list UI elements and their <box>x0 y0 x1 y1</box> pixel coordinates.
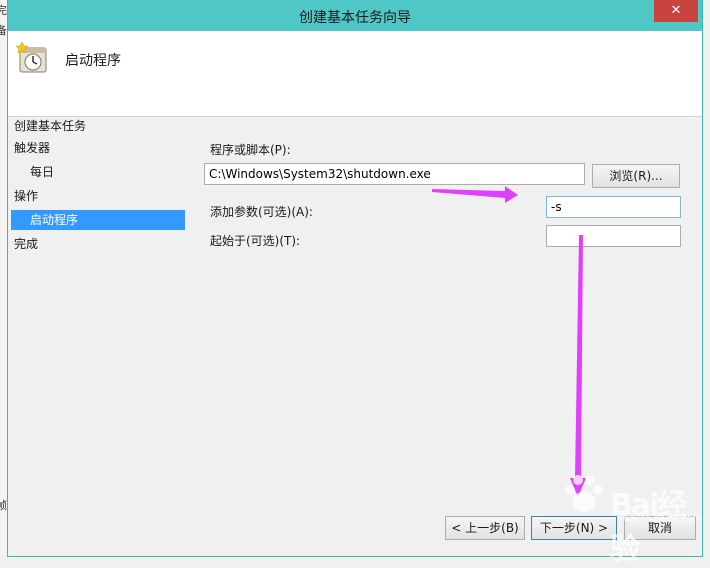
back-button[interactable]: < 上一步(B) <box>445 516 525 540</box>
bg-edge-char: 帧 <box>0 499 7 512</box>
title-bar[interactable]: 创建基本任务向导 ✕ <box>8 0 702 31</box>
program-label: 程序或脚本(P): <box>210 143 291 157</box>
close-button[interactable]: ✕ <box>654 0 698 22</box>
nav-item-trigger[interactable]: 触发器 <box>14 138 50 158</box>
task-clock-icon <box>16 41 47 73</box>
args-input[interactable]: -s <box>546 196 681 218</box>
wizard-steps: 创建基本任务 触发器 每日 操作 启动程序 完成 <box>8 116 188 416</box>
args-label: 添加参数(可选)(A): <box>210 205 313 219</box>
browse-button[interactable]: 浏览(R)... <box>592 164 680 188</box>
page-title: 启动程序 <box>65 53 121 69</box>
startin-input[interactable] <box>546 225 681 247</box>
program-input[interactable]: C:\Windows\System32\shutdown.exe <box>204 163 585 185</box>
watermark-sub: jingyan.baidu.com <box>618 514 702 524</box>
wizard-header: 启动程序 <box>8 31 702 117</box>
startin-label: 起始于(可选)(T): <box>210 234 301 248</box>
nav-item-create-task[interactable]: 创建基本任务 <box>14 116 86 136</box>
nav-item-action[interactable]: 操作 <box>14 186 38 206</box>
bg-edge-char: 备 <box>0 24 7 37</box>
watermark-text: Bai经验 <box>610 488 687 567</box>
nav-item-finish[interactable]: 完成 <box>14 234 38 254</box>
nav-item-start-program[interactable]: 启动程序 <box>11 210 185 230</box>
bg-edge-char: 完 <box>0 4 7 17</box>
paw-icon <box>565 475 603 512</box>
baidu-watermark: Bai经验 jingyan.baidu.com <box>560 470 702 567</box>
nav-item-daily[interactable]: 每日 <box>30 162 54 182</box>
close-icon: ✕ <box>670 3 682 18</box>
window-title: 创建基本任务向导 <box>299 10 411 26</box>
